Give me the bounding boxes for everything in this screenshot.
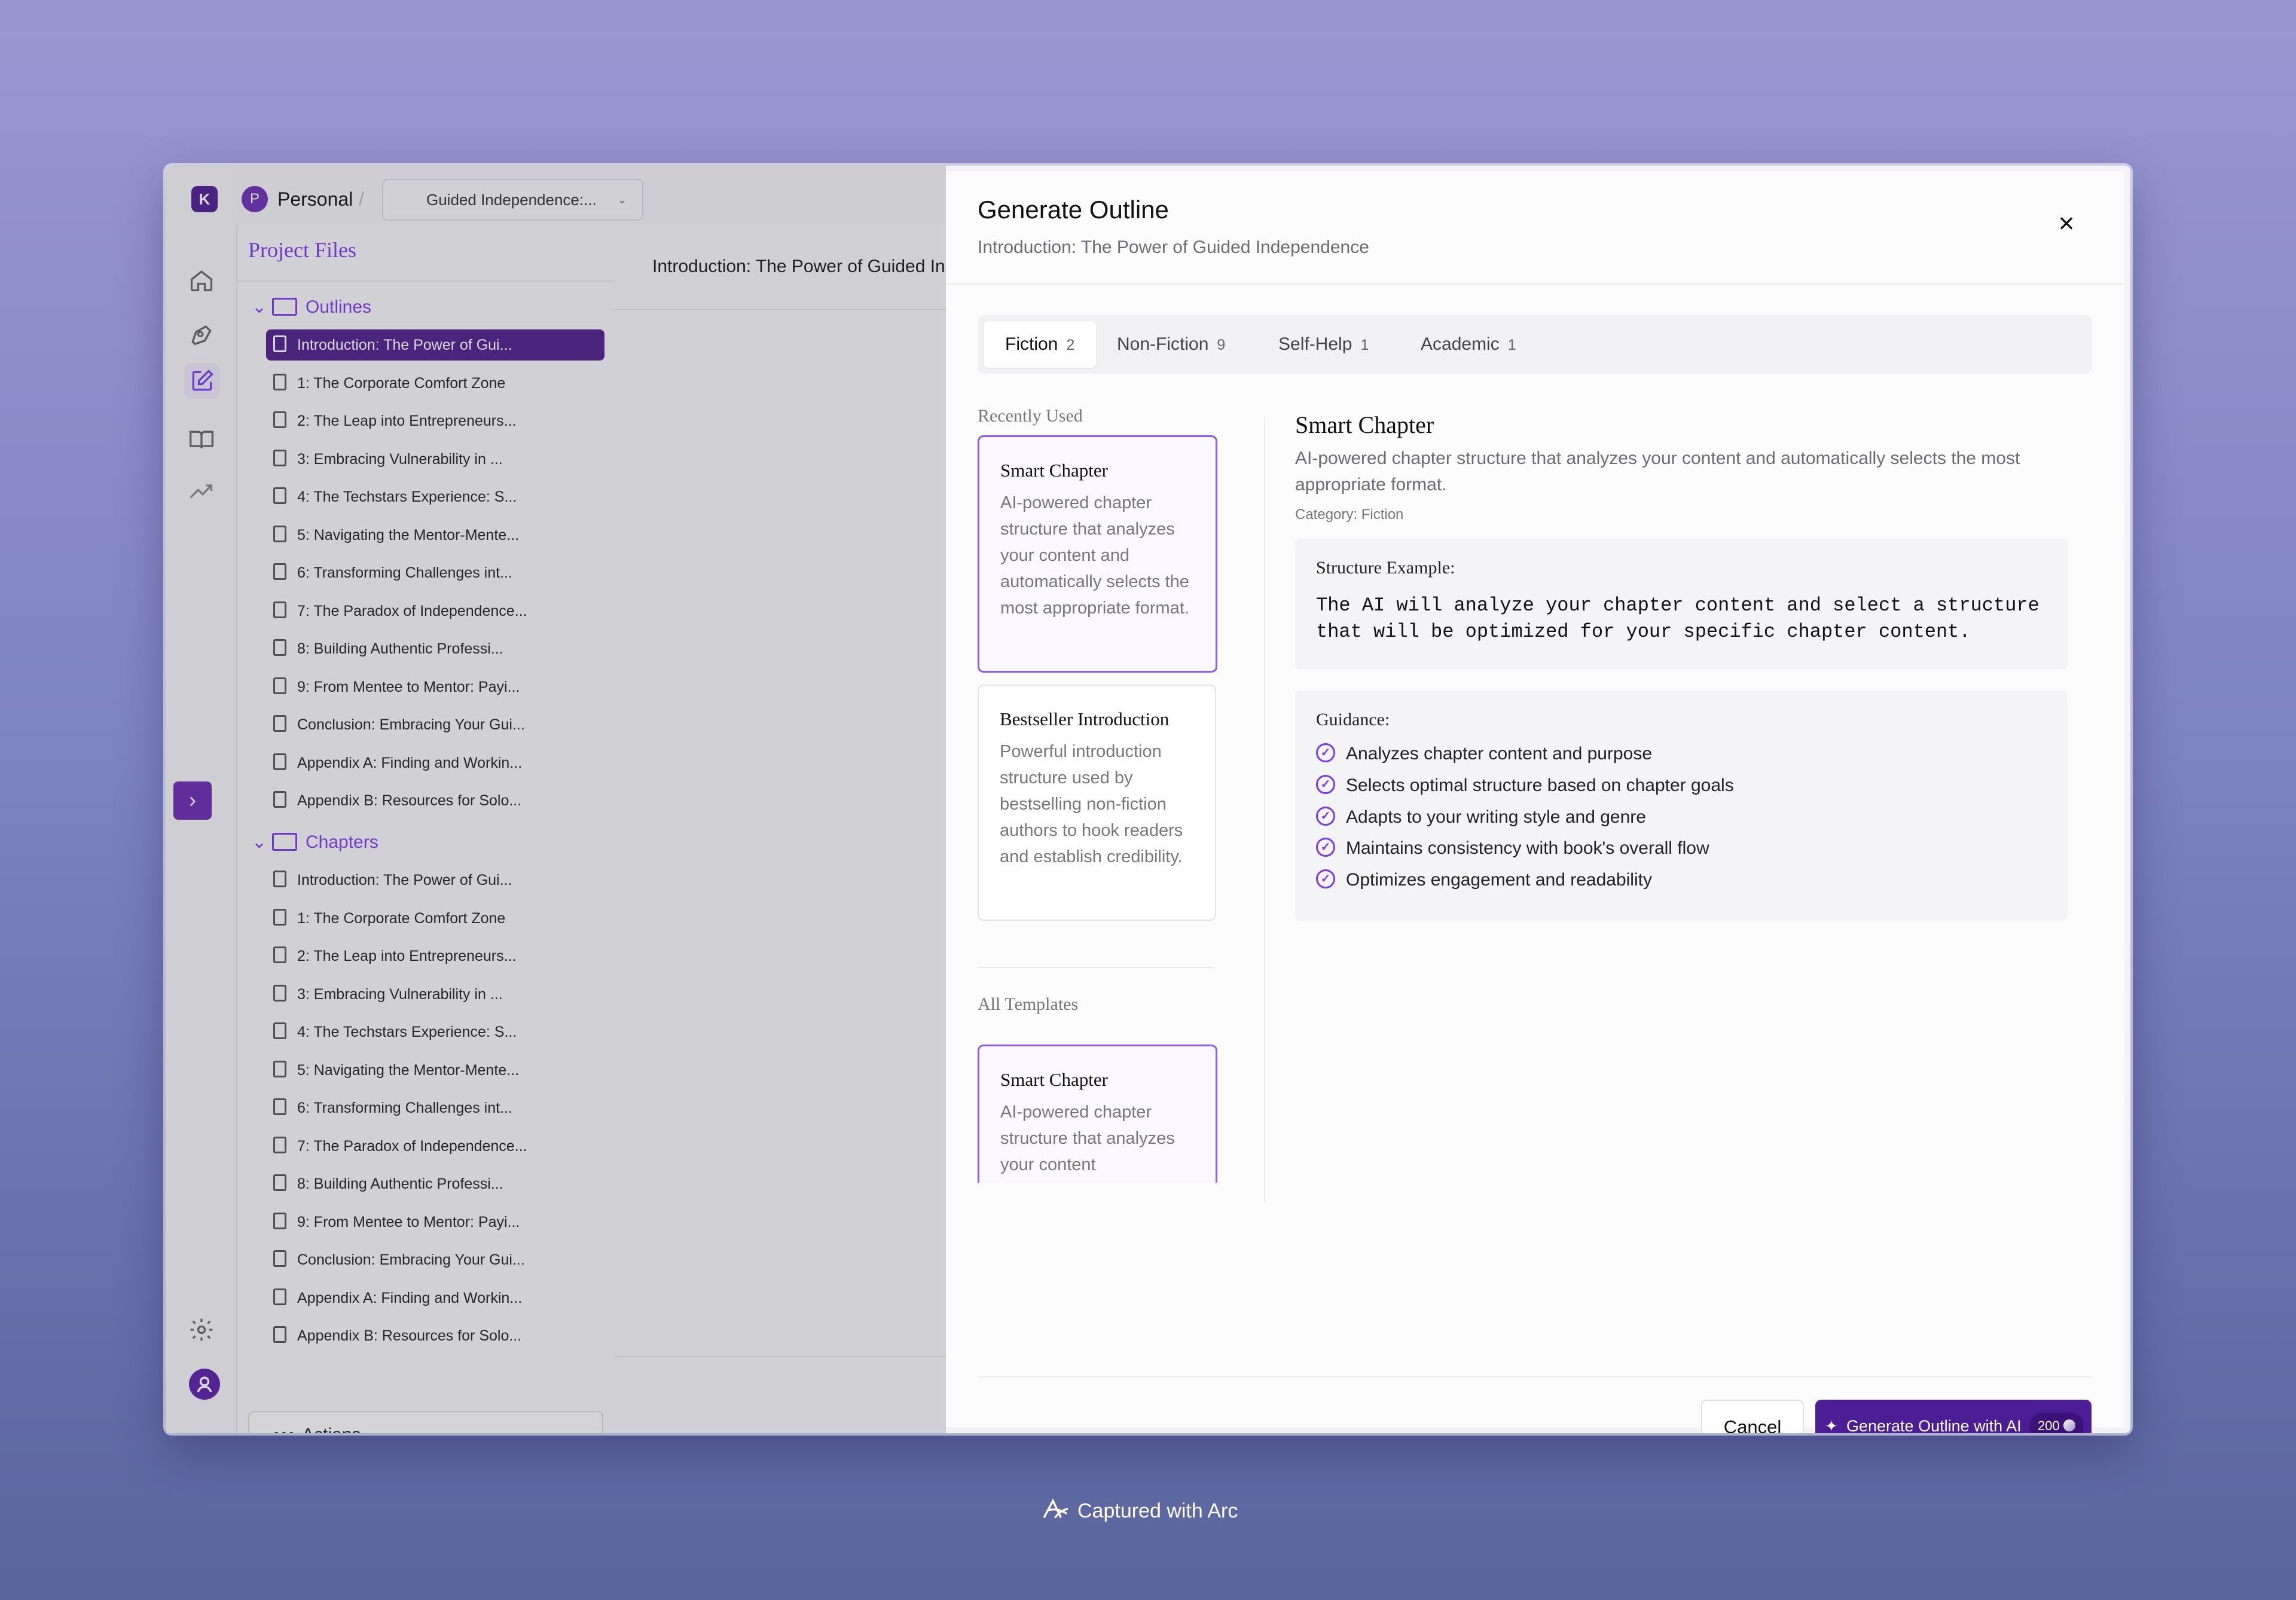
structure-example-box: Structure Example: The AI will analyze y… (1295, 539, 2068, 669)
credits-count: 200 (2038, 1418, 2060, 1433)
divider (978, 1376, 2092, 1378)
dialog-subtitle: Introduction: The Power of Guided Indepe… (978, 237, 1369, 257)
arc-logo-icon (1040, 1498, 1071, 1522)
divider (978, 967, 1214, 968)
guidance-text: Analyzes chapter content and purpose (1346, 744, 1653, 764)
guidance-item: ✓ Maintains consistency with book's overa… (1316, 836, 1709, 860)
tab-label: Self-Help (1278, 334, 1352, 354)
check-circle-icon: ✓ (1316, 838, 1335, 857)
divider (1264, 417, 1265, 1203)
tab-count: 1 (1360, 337, 1369, 353)
check-circle-icon: ✓ (1316, 807, 1335, 826)
genre-tabs: Fiction 2 Non-Fiction 9 Self-Help 1 Academi… (978, 315, 2092, 374)
card-description: AI-powered chapter structure that analyz… (1000, 1103, 1175, 1174)
guidance-text: Optimizes engagement and readability (1346, 870, 1652, 890)
check-circle-icon: ✓ (1316, 775, 1335, 795)
guidance-item: ✓ Optimizes engagement and readability (1316, 868, 1652, 892)
guidance-text: Maintains consistency with book's overal… (1346, 838, 1709, 858)
card-title: Smart Chapter (1000, 460, 1108, 481)
guidance-item: ✓ Adapts to your writing style and genre (1316, 805, 1646, 829)
tab-label: Fiction (1005, 334, 1058, 354)
tab-count: 2 (1066, 337, 1075, 353)
arc-capture-footer: Captured with Arc (1040, 1498, 1238, 1524)
dialog-title: Generate Outline (978, 196, 1169, 224)
structure-example-label: Structure Example: (1316, 558, 1455, 578)
tab-fiction[interactable]: Fiction 2 (984, 321, 1097, 368)
guidance-text: Adapts to your writing style and genre (1346, 807, 1646, 827)
divider (946, 283, 2124, 285)
template-card-smart-chapter[interactable]: Smart Chapter AI-powered chapter structu… (978, 435, 1217, 673)
tab-non-fiction[interactable]: Non-Fiction 9 (1117, 321, 1225, 368)
guidance-item: ✓ Analyzes chapter content and purpose (1316, 742, 1652, 766)
guidance-text: Selects optimal structure based on chapt… (1346, 775, 1734, 795)
card-description: Powerful introduction structure used by … (1000, 742, 1183, 866)
cancel-button[interactable]: Cancel (1701, 1400, 1804, 1433)
generate-label: Generate Outline with AI (1846, 1417, 2022, 1433)
tab-self-help[interactable]: Self-Help 1 (1278, 321, 1369, 368)
structure-example-text: The AI will analyze your chapter content… (1316, 594, 2039, 643)
recently-used-label: Recently Used (978, 406, 1083, 426)
template-card-bestseller-introduction[interactable]: Bestseller Introduction Powerful introdu… (978, 685, 1216, 921)
tab-academic[interactable]: Academic 1 (1421, 321, 1516, 368)
card-description: AI-powered chapter structure that analyz… (1000, 493, 1189, 618)
tab-count: 1 (1507, 337, 1516, 353)
generate-outline-dialog: Generate Outline Introduction: The Power… (946, 172, 2124, 1433)
guidance-box: Guidance: ✓ Analyzes chapter content and … (1295, 691, 2068, 921)
sparkle-icon: ✦ (1825, 1417, 1838, 1433)
template-detail-description: AI-powered chapter structure that analyz… (1295, 448, 2020, 494)
card-title: Smart Chapter (1000, 1069, 1108, 1090)
tab-label: Non-Fiction (1117, 334, 1209, 354)
footer-text: Captured with Arc (1077, 1500, 1238, 1522)
all-templates-label: All Templates (978, 994, 1079, 1014)
template-category: Category: Fiction (1295, 506, 1404, 523)
close-icon[interactable]: × (2054, 209, 2078, 237)
guidance-item: ✓ Selects optimal structure based on chap… (1316, 774, 1734, 798)
generate-outline-button[interactable]: ✦ Generate Outline with AI 200 (1815, 1400, 2092, 1433)
app-window: K › P Personal / Guided Independence:...… (166, 166, 2130, 1433)
template-detail-title: Smart Chapter (1295, 411, 1434, 438)
coin-icon (2063, 1419, 2075, 1432)
guidance-label: Guidance: (1316, 710, 1390, 729)
template-card-smart-chapter[interactable]: Smart Chapter AI-powered chapter structu… (978, 1045, 1217, 1183)
card-title: Bestseller Introduction (1000, 709, 1170, 729)
credits-badge: 200 (2029, 1413, 2084, 1433)
modal-overlay[interactable] (166, 166, 946, 1433)
tab-label: Academic (1421, 334, 1500, 354)
check-circle-icon: ✓ (1316, 869, 1335, 889)
check-circle-icon: ✓ (1316, 743, 1335, 763)
tab-count: 9 (1217, 337, 1226, 353)
